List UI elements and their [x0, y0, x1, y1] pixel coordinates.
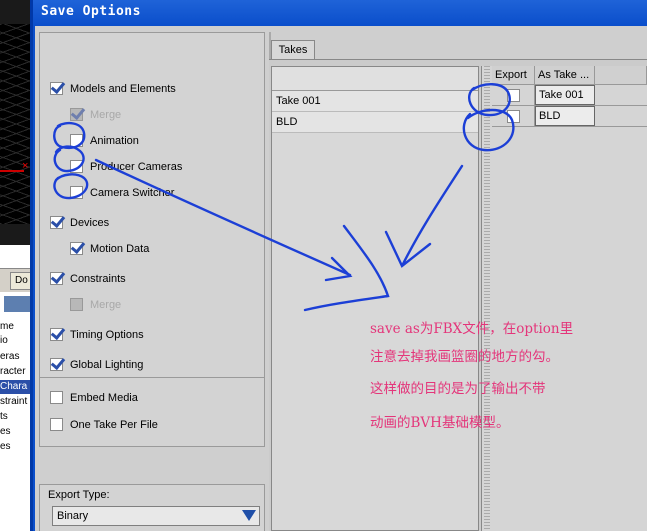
timing-options-option[interactable]: Timing Options [50, 328, 144, 341]
merge-constraints-label: Merge [90, 298, 122, 311]
grid-header: Export As Take ... [492, 66, 647, 85]
embed-media-option[interactable]: Embed Media [50, 391, 138, 404]
dialog-client-area: Models and Elements Merge Animation Prod… [35, 26, 647, 531]
background-axis-marker: × [22, 160, 29, 172]
dropdown-arrow-icon[interactable] [242, 510, 256, 521]
camera-switcher-option[interactable]: Camera Switcher [70, 186, 174, 199]
take-row[interactable]: Take 001 [272, 91, 478, 112]
constraints-label: Constraints [70, 272, 126, 285]
producer-cameras-option[interactable]: Producer Cameras [70, 160, 182, 173]
empty-column-header [595, 66, 647, 84]
take-row[interactable]: BLD [272, 112, 478, 133]
camera-switcher-label: Camera Switcher [90, 186, 175, 199]
media-options-panel: Embed Media One Take Per File [39, 377, 265, 447]
takes-list-header [272, 67, 478, 91]
one-take-per-file-label: One Take Per File [70, 418, 158, 431]
export-column-header[interactable]: Export [492, 66, 535, 84]
constraints-option[interactable]: Constraints [50, 272, 126, 285]
one-take-per-file-option[interactable]: One Take Per File [50, 418, 158, 431]
constraints-checkbox[interactable] [50, 272, 63, 285]
export-cell[interactable] [492, 106, 535, 126]
embed-media-label: Embed Media [70, 391, 138, 404]
empty-cell [595, 85, 647, 105]
timing-options-label: Timing Options [70, 328, 144, 341]
merge-constraints-checkbox [70, 298, 83, 311]
timing-options-checkbox[interactable] [50, 328, 63, 341]
as-take-column-header[interactable]: As Take ... [535, 66, 595, 84]
producer-cameras-checkbox[interactable] [70, 160, 83, 173]
annotation-note-line: 这样做的目的是为了输出不带 [370, 381, 546, 397]
devices-option[interactable]: Devices [50, 216, 109, 229]
global-lighting-checkbox[interactable] [50, 358, 63, 371]
embed-media-checkbox[interactable] [50, 391, 63, 404]
export-type-label: Export Type: [48, 489, 110, 501]
animation-option[interactable]: Animation [70, 134, 139, 147]
options-panel: Models and Elements Merge Animation Prod… [39, 32, 265, 397]
merge-constraints-option: Merge [70, 298, 121, 311]
merge-models-checkbox [70, 108, 83, 121]
takes-export-grid: Export As Take ... Take 001 BLD [481, 66, 647, 531]
export-type-value: Binary [57, 510, 89, 522]
merge-models-option: Merge [70, 108, 121, 121]
camera-switcher-checkbox[interactable] [70, 186, 83, 199]
list-view-icon[interactable] [4, 296, 30, 312]
save-options-dialog: Save Options Models and Elements Merge A… [30, 0, 647, 531]
models-elements-option[interactable]: Models and Elements [50, 82, 176, 95]
export-grid-row: BLD [492, 106, 647, 127]
export-take-checkbox[interactable] [506, 109, 520, 123]
one-take-per-file-checkbox[interactable] [50, 418, 63, 431]
motion-data-checkbox[interactable] [70, 242, 83, 255]
animation-checkbox[interactable] [70, 134, 83, 147]
export-cell[interactable] [492, 85, 535, 105]
devices-label: Devices [70, 216, 110, 229]
export-grid-row: Take 001 [492, 85, 647, 106]
takes-panel: Take 001 BLD Export As Take ... Take 001 [269, 59, 647, 531]
grid-splitter-grip[interactable] [484, 66, 490, 531]
motion-data-option[interactable]: Motion Data [70, 242, 149, 255]
export-type-select[interactable]: Binary [52, 506, 260, 526]
annotation-note-line: save as为FBX文件，在option里 [370, 321, 574, 337]
motion-data-label: Motion Data [90, 242, 150, 255]
producer-cameras-label: Producer Cameras [90, 160, 183, 173]
export-take-checkbox[interactable] [506, 88, 520, 102]
as-take-cell[interactable]: BLD [535, 106, 595, 126]
animation-label: Animation [90, 134, 139, 147]
export-type-panel: Export Type: Binary [39, 484, 265, 531]
tab-takes[interactable]: Takes [271, 40, 315, 59]
global-lighting-option[interactable]: Global Lighting [50, 358, 143, 371]
background-axis-line [0, 170, 24, 172]
empty-cell [595, 106, 647, 126]
annotation-note-line: 注意去掉我画篮圈的地方的勾。 [370, 349, 559, 365]
as-take-cell[interactable]: Take 001 [535, 85, 595, 105]
dialog-title: Save Options [33, 0, 647, 26]
models-elements-label: Models and Elements [70, 82, 176, 95]
annotation-note-line: 动画的BVH基础模型。 [370, 415, 510, 431]
models-elements-checkbox[interactable] [50, 82, 63, 95]
devices-checkbox[interactable] [50, 216, 63, 229]
takes-list: Take 001 BLD [271, 66, 479, 531]
global-lighting-label: Global Lighting [70, 358, 144, 371]
merge-models-label: Merge [90, 108, 122, 121]
